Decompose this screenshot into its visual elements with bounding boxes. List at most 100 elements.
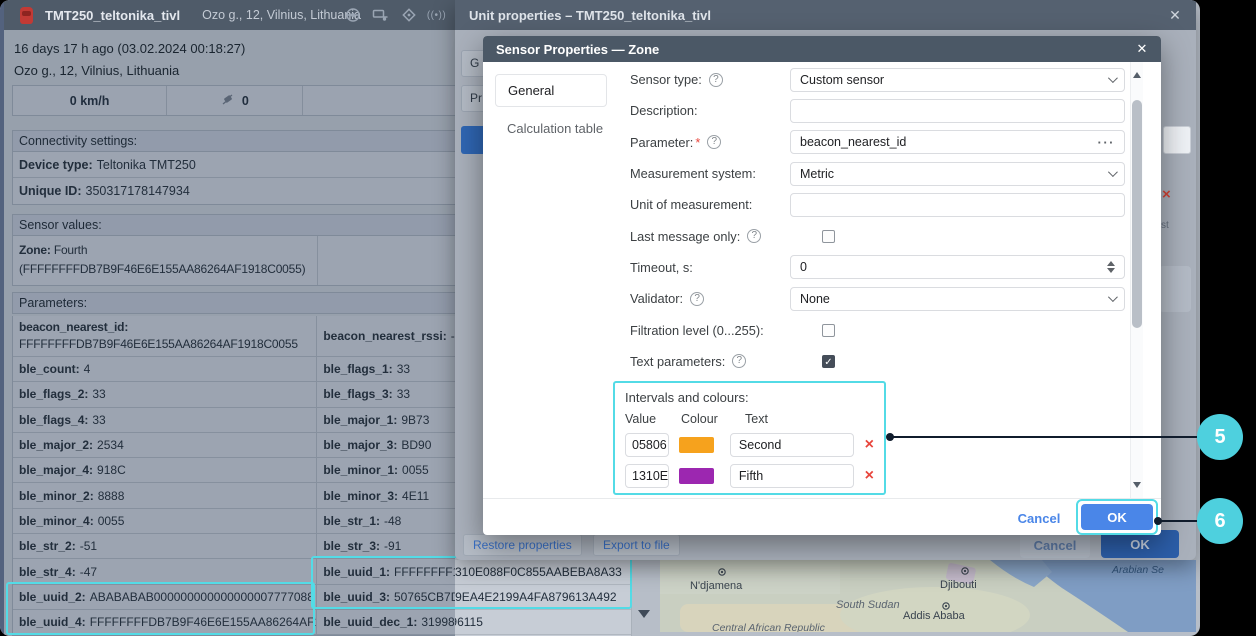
unique-id-row: Unique ID: 350317178147934 [19,184,190,198]
sensor-properties-title: Sensor Properties — Zone [496,41,660,57]
parameter-cell: beacon_nearest_rssi:-4 [323,329,455,343]
connectivity-rows: Device type: Teltonika TMT250 Unique ID: 3… [12,152,455,205]
help-icon[interactable]: ? [690,291,705,306]
field-label: Validator:? [618,291,790,306]
unit-properties-title: Unit properties – TMT250_teltonika_tivl [469,7,712,23]
driver-steering-wheel-icon[interactable] [344,7,361,24]
field-label: Parameter: *? [618,135,790,150]
spinner-icon[interactable] [1107,257,1115,277]
unit-dialog-text-fragment: st [1161,220,1169,231]
field-label: Text parameters:? [618,354,790,369]
sensor-dialog-cancel-button[interactable]: Cancel [1003,505,1075,531]
interval-colour-swatch[interactable] [678,437,714,453]
export-to-file-button[interactable]: Export to file [593,534,680,556]
locate-crosshair-icon[interactable] [400,7,417,24]
parameter-row-continuation: ble_uuid_1:FFFFFFFF1310E088F0C855AABEBA8… [455,560,631,585]
map[interactable]: N'djamena Djibouti Addis Ababa South Sudan C… [660,560,1196,632]
unit-location: Ozo g., 12, Vilnius, Lithuania [14,63,180,78]
select-field[interactable]: Custom sensor [790,67,1125,92]
parameter-cell: ble_minor_4: 0055 [13,508,318,534]
checkbox-field[interactable] [822,323,835,337]
unit-car-icon [20,6,33,24]
text-field[interactable] [790,192,1125,217]
select-field[interactable]: None [790,286,1125,311]
form-row: Parameter: *? beacon_nearest_id ··· [618,127,1130,158]
unit-name: TMT250_teltonika_tivl [45,7,181,23]
sensor-dialog-ok-button[interactable]: OK [1081,504,1153,530]
tab-calculation-table[interactable]: Calculation table [495,112,607,145]
trailer-icon[interactable] [372,7,389,24]
parameter-row: ble_str_4:-47 ble_uuid_1:FFFFFFFF1310E088… [13,559,455,585]
intervals-column-headers: Value Colour Text [625,412,768,426]
scroll-up-icon[interactable] [1133,68,1141,78]
interval-text-input[interactable]: Second [729,433,854,457]
parameter-cell: beacon_nearest_id: FFFFFFFFDB7B9F46E6E155… [13,316,318,356]
sensor-properties-close-icon[interactable]: ✕ [1127,36,1157,62]
parameter-cell: ble_str_2: -51 [13,534,318,559]
lookup-field[interactable]: beacon_nearest_id ··· [790,130,1125,155]
params-bottom-strip: ble_uuid_1:FFFFFFFF1310E088F0C855AABEBA8… [455,560,632,636]
help-icon[interactable]: ? [732,354,747,369]
parameter-cell: ble_major_3: BD90 [323,438,432,453]
restore-properties-button[interactable]: Restore properties [463,534,582,556]
parameter-row: ble_major_4: 918C ble_minor_1: 0055 [13,458,455,484]
form-row: Timeout, s: 0 [618,252,1130,283]
parameter-row: ble_flags_2: 33 ble_flags_3: 33 [13,382,455,408]
parameter-row: ble_uuid_4: FFFFFFFFDB7B9F46E6E155AA86264… [13,609,455,636]
interval-colour-swatch[interactable] [678,468,714,484]
parameter-row-continuation: ble_uuid_dec_1:3199896115 [455,610,631,636]
field-label: Timeout, s: [630,259,693,275]
checkbox-field[interactable] [822,229,835,243]
zone-sensor-row: Zone: Fourth (FFFFFFFFDB7B9F46E6E155AA86… [13,236,318,285]
help-icon[interactable]: ? [708,72,723,87]
field-label: Unit of measurement: [630,197,753,213]
intervals-and-colours-box: Intervals and colours: Value Colour Text… [613,381,886,495]
parameter-row: ble_major_2: 2534 ble_major_3: BD90 [13,432,455,459]
unit-properties-close-icon[interactable]: ✕ [1160,0,1190,30]
parameter-cell: ble_major_2: 2534 [13,432,318,458]
help-icon[interactable]: ? [747,229,762,244]
map-label: Central African Republic [712,622,826,632]
form-row: Unit of measurement: [618,189,1130,220]
select-field[interactable]: Metric [790,161,1125,186]
parameter-cell: ble_count: 4 [13,357,318,382]
panel-collapse-arrow[interactable] [638,610,650,624]
delete-interval-icon[interactable]: × [865,468,874,484]
interval-value-input[interactable]: 1310E [625,464,669,488]
field-label: Filtration level (0...255): [630,322,764,338]
parameter-row: ble_flags_4: 33 ble_major_1: 9B73 [13,407,455,433]
map-label: Addis Ababa [903,610,966,622]
scroll-down-icon[interactable] [1133,482,1141,492]
field-label: Measurement system: [630,166,756,182]
map-label: N'djamena [690,580,743,592]
sensor-form: Sensor type:? Custom sensor Description: Pa… [618,64,1130,377]
more-options-icon[interactable]: ··· [1098,135,1116,150]
signal-icon[interactable]: ((•)) [427,7,446,24]
app-window: TMT250_teltonika_tivl Ozo g., 12, Vilniu… [0,0,1200,636]
delete-interval-icon[interactable]: × [865,437,874,453]
text-field[interactable] [790,98,1125,123]
form-row: Validator:? None [618,283,1130,314]
chevron-down-icon [1107,167,1118,178]
parameter-row-continuation: ble_uuid_3:50765CB7D9EA4E2199A4FA879613A… [455,585,631,610]
number-field[interactable]: 0 [790,255,1125,280]
scrollbar-thumb[interactable] [1132,100,1142,328]
interval-text-input[interactable]: Fifth [729,464,854,488]
tab-general[interactable]: General [495,74,607,107]
device-type-row: Device type: Teltonika TMT250 [13,152,455,178]
parameter-row: ble_minor_2: 8888 ble_minor_3: 4E11 [13,483,455,509]
interval-value-input[interactable]: 05806 [625,433,669,457]
help-icon[interactable]: ? [707,135,722,150]
dialog-scrollbar[interactable] [1130,62,1143,498]
checkbox-field[interactable]: ✓ [822,354,835,368]
connectivity-section-title: Connectivity settings: [12,130,455,152]
unit-address: Ozo g., 12, Vilnius, Lithuania [202,8,362,22]
sensor-properties-header: Sensor Properties — Zone ✕ [483,36,1161,62]
chevron-down-icon [1107,292,1118,303]
ok-button-highlight: OK [1076,499,1158,535]
map-label: Djibouti [940,579,977,591]
parameter-cell: ble_str_3: -91 [323,539,402,554]
parameter-cell: ble_flags_2: 33 [13,382,318,407]
unit-dialog-cancel-button[interactable]: Cancel [1020,532,1090,558]
delete-sensor-icon[interactable]: × [1162,186,1171,203]
